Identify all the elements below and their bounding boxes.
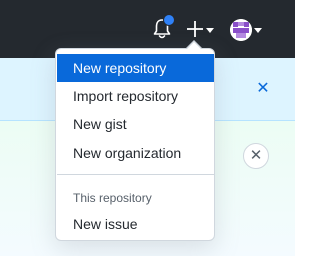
menu-item-import-repository[interactable]: Import repository <box>57 82 214 110</box>
dropdown-caret-fill <box>187 42 201 49</box>
notification-indicator <box>163 14 175 26</box>
chevron-down-icon[interactable] <box>206 28 214 33</box>
menu-item-new-gist[interactable]: New gist <box>57 110 214 138</box>
menu-divider <box>57 174 214 175</box>
menu-item-new-issue[interactable]: New issue <box>57 210 214 238</box>
menu-item-new-organization[interactable]: New organization <box>57 139 214 167</box>
menu-section-header: This repository <box>73 191 152 205</box>
plus-icon[interactable] <box>186 20 204 38</box>
close-icon[interactable]: ✕ <box>243 143 269 169</box>
user-avatar[interactable] <box>230 19 252 41</box>
close-icon[interactable]: ✕ <box>256 81 270 97</box>
create-new-menu: New repository Import repository New gis… <box>55 48 215 241</box>
menu-item-new-repository[interactable]: New repository <box>57 54 214 82</box>
chevron-down-icon[interactable] <box>254 28 262 33</box>
